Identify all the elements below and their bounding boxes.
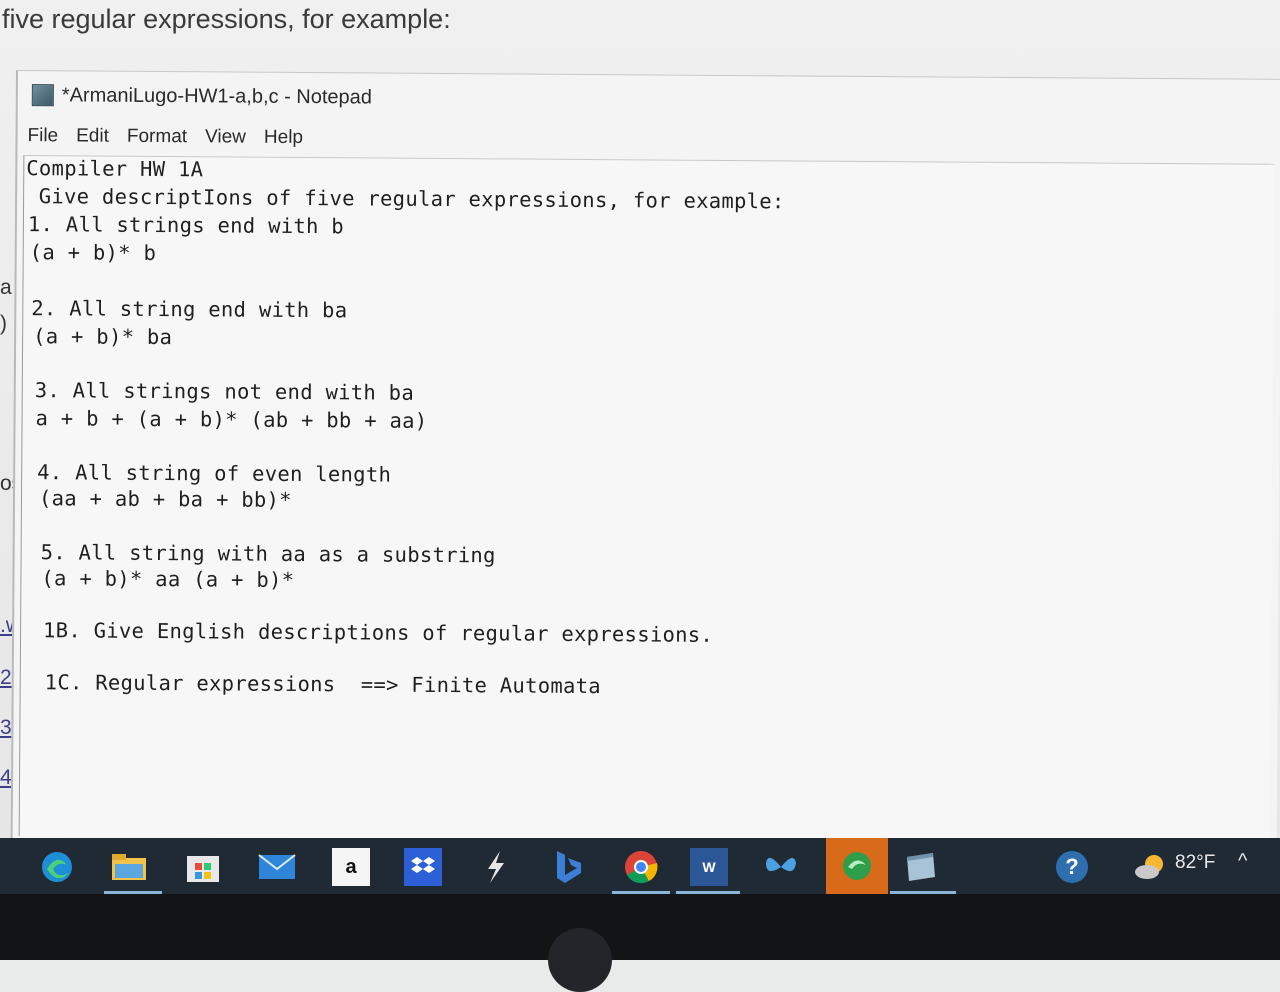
mail-icon[interactable]	[258, 848, 296, 886]
hp-logo	[548, 928, 612, 992]
menu-format[interactable]: Format	[127, 126, 187, 148]
background-heading: five regular expressions, for example:	[2, 4, 451, 34]
title-bar[interactable]: *ArmaniLugo-HW1-a,b,c - Notepad	[18, 71, 1280, 128]
background-fragment: a	[0, 276, 12, 299]
text-editor[interactable]: Compiler HW 1A Give descriptIons of five…	[18, 155, 1275, 845]
help-icon[interactable]: ?	[1056, 851, 1088, 883]
edge-icon[interactable]	[38, 848, 76, 886]
weather-icon[interactable]	[1132, 848, 1170, 886]
chrome-icon[interactable]	[622, 848, 660, 886]
editor-line: (a + b)* aa (a + b)*	[41, 566, 295, 592]
editor-line: Compiler HW 1A	[26, 156, 204, 182]
green-app-icon[interactable]	[826, 838, 888, 894]
menu-file[interactable]: File	[27, 125, 58, 147]
background-fragment: )	[0, 312, 7, 335]
weather-temperature[interactable]: 82°F	[1175, 852, 1215, 874]
word-icon[interactable]: W	[690, 848, 728, 886]
editor-line: a + b + (a + b)* (ab + bb + aa)	[35, 406, 428, 433]
chevron-up-icon[interactable]: ^	[1238, 850, 1247, 873]
editor-line: (a + b)* b	[29, 240, 157, 265]
editor-line: (a + b)* ba	[33, 324, 173, 350]
notepad-window: *ArmaniLugo-HW1-a,b,c - Notepad File Edi…	[10, 70, 1280, 850]
bing-icon[interactable]	[548, 848, 586, 886]
editor-line: 1C. Regular expressions ==> Finite Autom…	[44, 670, 602, 699]
editor-line: 5. All string with aa as a substring	[40, 540, 496, 568]
menu-view[interactable]: View	[205, 126, 246, 148]
menu-bar: File Edit Format View Help	[27, 125, 303, 149]
window-title: *ArmaniLugo-HW1-a,b,c - Notepad	[61, 83, 373, 108]
dropbox-icon[interactable]	[404, 848, 442, 886]
butterfly-app-icon[interactable]	[762, 848, 800, 886]
menu-help[interactable]: Help	[264, 127, 303, 149]
menu-edit[interactable]: Edit	[76, 125, 109, 147]
amazon-icon[interactable]: a	[332, 848, 370, 886]
editor-line: 4. All string of even length	[37, 460, 392, 487]
taskbar: a W ? 82°F ^	[0, 838, 1280, 894]
file-explorer-icon[interactable]	[110, 848, 148, 886]
notepad-icon[interactable]	[902, 848, 940, 886]
editor-line: 3. All strings not end with ba	[34, 378, 415, 405]
editor-line: 1. All strings end with b	[27, 212, 345, 239]
store-icon[interactable]	[184, 848, 222, 886]
laptop-bezel	[0, 894, 1280, 960]
editor-line: Give descriptIons of five regular expres…	[26, 184, 785, 214]
editor-line: 2. All string end with ba	[31, 296, 348, 323]
app-icon[interactable]	[476, 848, 514, 886]
notepad-app-icon	[31, 84, 54, 107]
editor-line: (aa + ab + ba + bb)*	[38, 486, 292, 512]
editor-line: 1B. Give English descriptions of regular…	[43, 618, 714, 647]
